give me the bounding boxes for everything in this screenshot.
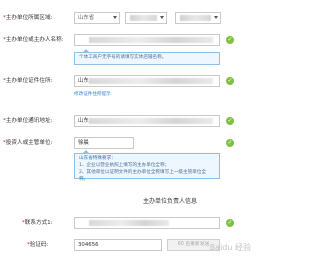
- contact-method-input[interactable]: [74, 217, 220, 229]
- cert-address-label-text: 主办单位证件住所:: [5, 78, 53, 84]
- investor-hint-line: 山东省特殊要求：: [79, 156, 116, 161]
- investor-hint-line: 2、其他单位以证明文件的主办单位全称填写上一级主管单位全称。: [79, 170, 206, 182]
- check-icon: ✓: [226, 139, 234, 147]
- verification-label: *验证码:: [27, 241, 48, 249]
- investor-label-text: 投资人或主管单位:: [5, 140, 53, 146]
- contact-address-prefix: 山东: [78, 118, 89, 124]
- unit-name-input[interactable]: [74, 34, 220, 46]
- province-select[interactable]: 山东省: [74, 12, 120, 24]
- contact-address-label-text: 主办单位通讯地址:: [5, 118, 53, 124]
- investor-input[interactable]: 徐晨: [74, 137, 134, 149]
- verification-input[interactable]: 304656: [74, 239, 162, 251]
- check-icon: ✓: [226, 77, 234, 85]
- city-blurred-value: [130, 15, 157, 21]
- city-select[interactable]: [125, 12, 167, 24]
- contact-method-label: *联系方式1:: [22, 219, 53, 227]
- responsible-section-title: 主办单位负责人信息: [143, 198, 198, 205]
- chevron-down-icon: [160, 16, 164, 19]
- chevron-down-icon: [214, 16, 218, 19]
- investor-hint-line: 1、企业以营业执照上填写的主办单位全称；: [79, 163, 170, 168]
- unit-name-hint-text: 个体工商户无字号的请填写实体店铺名称。: [79, 55, 167, 60]
- district-blurred-value: [180, 15, 211, 21]
- cert-address-label: *主办单位证件住所:: [3, 77, 52, 85]
- contact-address-input[interactable]: 山东: [74, 115, 220, 127]
- hint-arrow: [83, 150, 89, 153]
- province-value: 山东省: [78, 15, 95, 21]
- cert-address-prefix: 山东: [78, 78, 89, 84]
- cert-address-input[interactable]: 山东: [74, 75, 220, 87]
- district-select[interactable]: [175, 12, 221, 24]
- contact-address-label: *主办单位通讯地址:: [3, 117, 52, 125]
- check-icon: ✓: [226, 117, 234, 125]
- unit-name-hint: 个体工商户无字号的请填写实体店铺名称。: [74, 49, 220, 65]
- chevron-down-icon: [113, 16, 117, 19]
- cert-address-help-link[interactable]: 修改证件住所提示: [74, 91, 111, 97]
- investor-hint: 山东省特殊要求： 1、企业以营业执照上填写的主办单位全称； 2、其他单位以证明文…: [74, 150, 220, 182]
- unit-name-label-text: 主办单位或主办人名称:: [5, 37, 64, 43]
- region-label-text: 主办单位所属区域:: [5, 15, 53, 21]
- check-icon: ✓: [226, 36, 234, 44]
- investor-value: 徐晨: [78, 140, 89, 146]
- watermark: Baidu 经验: [209, 243, 251, 252]
- region-label: *主办单位所属区域:: [3, 14, 52, 22]
- unit-name-label: *主办单位或主办人名称:: [3, 36, 64, 44]
- investor-label: *投资人或主管单位:: [3, 139, 52, 147]
- check-icon: ✓: [226, 219, 234, 227]
- verification-label-text: 验证码:: [29, 242, 49, 248]
- hint-arrow: [83, 49, 89, 52]
- verification-value: 304656: [78, 242, 99, 248]
- contact-method-label-text: 联系方式1:: [24, 220, 53, 226]
